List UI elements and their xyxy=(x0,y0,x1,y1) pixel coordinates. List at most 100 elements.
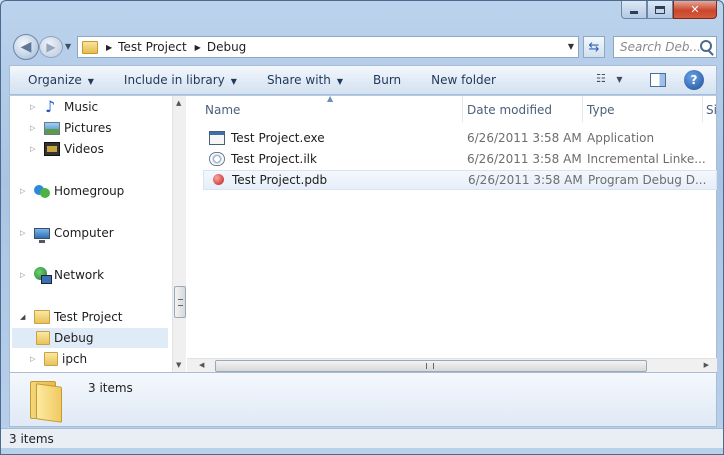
chevron-down-icon: ▼ xyxy=(230,77,237,86)
sidebar-item-homegroup[interactable]: ▷ Homegroup xyxy=(20,181,124,201)
main-area: ▷ Music ▷ Pictures ▷ Videos ▷ Homegroup … xyxy=(9,96,717,372)
ilk-icon xyxy=(209,152,225,166)
address-bar[interactable]: ▶ Test Project ▶ Debug ▼ xyxy=(77,36,579,58)
file-list: Name ▲ Date modified Type Size Test Proj… xyxy=(187,96,717,372)
music-icon xyxy=(44,97,60,116)
address-history-dropdown[interactable]: ▼ xyxy=(568,42,574,51)
search-placeholder: Search Deb... xyxy=(620,40,701,54)
preview-pane-button[interactable] xyxy=(650,73,666,87)
sidebar-item-videos[interactable]: ▷ Videos xyxy=(30,139,104,159)
sidebar-item-label: Test Project xyxy=(54,310,123,324)
sidebar-item-label: Homegroup xyxy=(54,184,125,198)
exe-icon xyxy=(209,131,225,145)
chevron-down-icon: ▼ xyxy=(87,77,94,86)
sidebar-item-test-project[interactable]: ◢ Test Project xyxy=(20,307,123,327)
column-header-label: Type xyxy=(587,103,615,117)
include-in-library-button[interactable]: Include in library ▼ xyxy=(106,73,249,87)
forward-button[interactable]: ▶ xyxy=(39,36,63,58)
file-type: Incremental Linke... xyxy=(587,152,706,166)
minimize-button[interactable] xyxy=(621,1,647,19)
column-header-label: Name xyxy=(205,103,241,117)
sidebar-item-pictures[interactable]: ▷ Pictures xyxy=(30,118,112,138)
folder-icon xyxy=(30,381,66,423)
breadcrumb-debug[interactable]: Debug xyxy=(207,40,246,54)
refresh-button[interactable]: ⇆ xyxy=(583,36,605,58)
search-input[interactable]: Search Deb... xyxy=(613,36,717,58)
expand-arrow-icon[interactable]: ▷ xyxy=(20,271,28,279)
caption-buttons: ✕ xyxy=(621,1,717,21)
back-button[interactable]: ◀ xyxy=(13,34,39,60)
maximize-icon xyxy=(655,5,665,14)
sidebar-item-label: Pictures xyxy=(64,121,112,135)
help-icon: ? xyxy=(690,73,698,87)
close-button[interactable]: ✕ xyxy=(673,1,717,19)
scroll-left-icon[interactable]: ◀ xyxy=(199,361,204,369)
navigation-pane: ▷ Music ▷ Pictures ▷ Videos ▷ Homegroup … xyxy=(10,96,186,372)
pictures-icon xyxy=(44,121,60,135)
sidebar-item-computer[interactable]: ▷ Computer xyxy=(20,223,114,243)
expand-arrow-icon[interactable]: ▷ xyxy=(30,145,38,153)
chevron-right-icon[interactable]: ▶ xyxy=(106,43,112,52)
item-count: 3 items xyxy=(88,381,133,395)
chevron-down-icon: ▼ xyxy=(616,75,623,84)
scrollbar-thumb[interactable] xyxy=(215,360,647,372)
table-row[interactable]: Test Project.exe 6/26/2011 3:58 AM Appli… xyxy=(203,128,717,148)
column-header-size[interactable]: Size xyxy=(703,96,717,122)
forward-arrow-icon: ▶ xyxy=(46,40,56,54)
collapse-arrow-icon[interactable]: ◢ xyxy=(20,313,28,321)
sidebar-item-music[interactable]: ▷ Music xyxy=(30,97,98,117)
details-pane: 3 items xyxy=(9,372,717,427)
computer-icon xyxy=(34,227,50,243)
refresh-icon: ⇆ xyxy=(588,39,600,55)
expand-arrow-icon[interactable]: ▷ xyxy=(30,355,38,363)
scroll-up-icon[interactable]: ▲ xyxy=(176,99,181,107)
expand-arrow-icon[interactable]: ▷ xyxy=(30,124,38,132)
folder-icon xyxy=(34,310,50,324)
explorer-window: ✕ ◀ ▶ ▼ ▶ Test Project ▶ Debug ▼ ⇆ Searc… xyxy=(0,0,724,455)
burn-button[interactable]: Burn xyxy=(355,73,413,87)
table-row[interactable]: Test Project.pdb 6/26/2011 3:58 AM Progr… xyxy=(203,170,717,190)
chevron-right-icon[interactable]: ▶ xyxy=(195,43,201,52)
share-with-button[interactable]: Share with ▼ xyxy=(249,73,355,87)
file-name: Test Project.ilk xyxy=(231,152,317,166)
expand-arrow-icon[interactable]: ▷ xyxy=(20,187,28,195)
organize-button[interactable]: Organize ▼ xyxy=(10,73,106,87)
file-name-cell: Test Project.pdb xyxy=(210,172,327,189)
network-icon xyxy=(34,267,52,284)
new-folder-button[interactable]: New folder xyxy=(413,73,508,87)
breadcrumb-test-project[interactable]: Test Project xyxy=(118,40,187,54)
folder-icon xyxy=(44,352,58,366)
table-row[interactable]: Test Project.ilk 6/26/2011 3:58 AM Incre… xyxy=(203,149,717,169)
sidebar-item-network[interactable]: ▷ Network xyxy=(20,265,104,285)
expand-arrow-icon[interactable]: ▷ xyxy=(30,103,38,111)
sidebar-item-label: Debug xyxy=(54,331,94,345)
change-view-button[interactable]: ☷ ▼ xyxy=(596,72,623,85)
grip-icon xyxy=(178,299,183,306)
file-name: Test Project.exe xyxy=(231,131,325,145)
sidebar-item-label: Computer xyxy=(54,226,114,240)
column-header-date-modified[interactable]: Date modified xyxy=(463,96,583,122)
scroll-down-icon[interactable]: ▼ xyxy=(176,361,181,369)
column-header-type[interactable]: Type xyxy=(583,96,703,122)
sidebar-scrollbar[interactable]: ▲ ▼ xyxy=(172,96,186,372)
file-date: 6/26/2011 3:58 AM xyxy=(468,173,583,187)
include-in-library-label: Include in library xyxy=(123,73,225,87)
command-bar: Organize ▼ Include in library ▼ Share with… xyxy=(9,65,717,95)
expand-arrow-icon[interactable]: ▷ xyxy=(20,229,28,237)
file-date: 6/26/2011 3:58 AM xyxy=(467,131,582,145)
file-type: Program Debug D... xyxy=(588,173,707,187)
help-button[interactable]: ? xyxy=(684,70,704,90)
maximize-button[interactable] xyxy=(647,1,673,19)
sidebar-item-debug[interactable]: Debug xyxy=(12,328,168,348)
pdb-icon xyxy=(210,172,228,189)
scroll-right-icon[interactable]: ▶ xyxy=(704,361,709,369)
scrollbar-thumb[interactable] xyxy=(174,286,186,318)
file-name-cell: Test Project.exe xyxy=(209,131,325,145)
column-header-label: Size xyxy=(706,103,717,117)
file-list-scrollbar[interactable]: ◀ ▶ xyxy=(187,358,717,372)
recent-pages-dropdown[interactable]: ▼ xyxy=(65,42,71,51)
column-header-name[interactable]: Name ▲ xyxy=(187,96,463,122)
sidebar-item-ipch[interactable]: ▷ ipch xyxy=(30,349,87,369)
chevron-down-icon: ▼ xyxy=(336,77,343,86)
share-with-label: Share with xyxy=(266,73,331,87)
